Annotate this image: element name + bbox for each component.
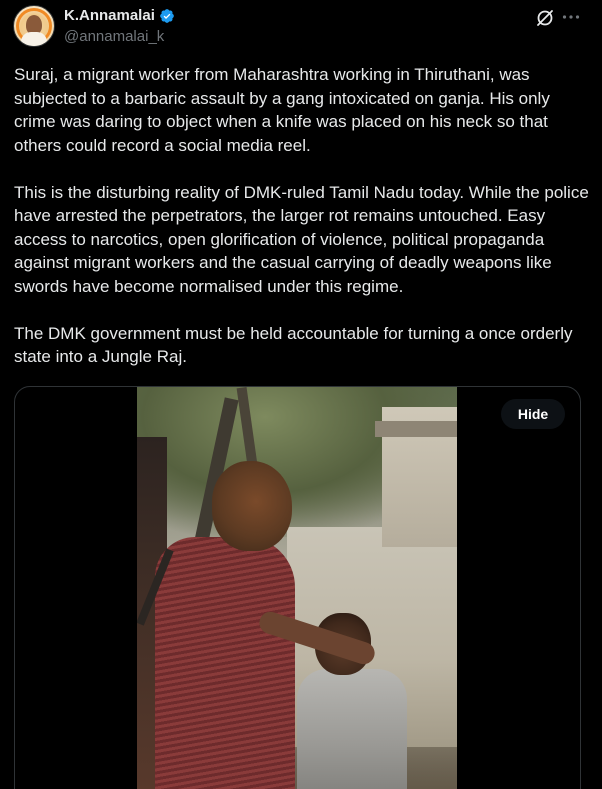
post-paragraph: This is the disturbing reality of DMK-ru… — [14, 182, 589, 296]
hide-media-button[interactable]: Hide — [501, 399, 565, 429]
post-text: Suraj, a migrant worker from Maharashtra… — [14, 63, 592, 392]
verified-badge-icon[interactable] — [159, 8, 175, 24]
author-name-row[interactable]: K.Annamalai — [64, 7, 175, 24]
more-options-icon[interactable] — [560, 6, 582, 28]
author-handle[interactable]: @annamalai_k — [64, 28, 164, 45]
video-frame[interactable] — [137, 387, 457, 789]
avatar[interactable] — [13, 5, 55, 47]
tweet: K.Annamalai @annamalai_k Suraj, a migran… — [0, 0, 602, 789]
media-container[interactable]: Hide — [14, 386, 581, 789]
video-standing-person-head — [212, 461, 292, 551]
video-seated-person-body — [297, 669, 407, 789]
post-paragraph: The DMK government must be held accounta… — [14, 323, 573, 367]
author-display-name[interactable]: K.Annamalai — [64, 7, 155, 24]
grok-icon[interactable] — [535, 8, 555, 28]
video-standing-person-body — [155, 537, 295, 789]
video-building-roof — [375, 421, 457, 437]
post-paragraph: Suraj, a migrant worker from Maharashtra… — [14, 65, 550, 155]
avatar-shirt — [21, 32, 47, 46]
